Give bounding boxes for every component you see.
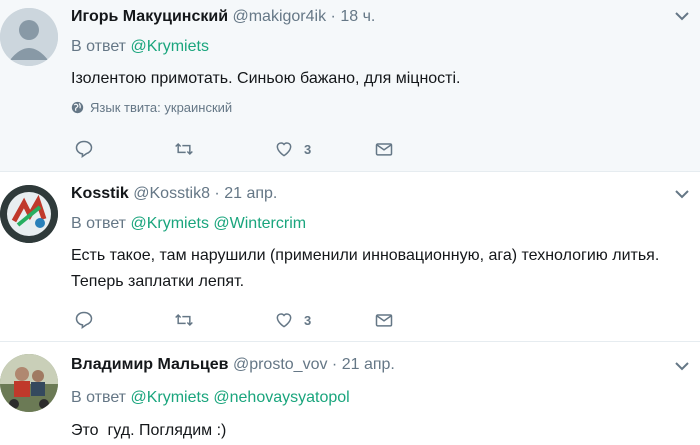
default-avatar-icon <box>0 8 58 66</box>
separator: · <box>330 8 336 25</box>
fullname[interactable]: Владимир Мальцев <box>71 356 229 373</box>
like-icon <box>276 313 292 328</box>
language-note: Язык твита: украинский <box>90 100 233 115</box>
reply-button[interactable] <box>74 138 174 160</box>
timestamp[interactable]: 21 апр. <box>342 356 395 373</box>
tweet-1[interactable]: Игорь Макуцинский @makigor4ik · 18 ч. В … <box>0 0 700 172</box>
username[interactable]: @prosto_vov <box>233 356 328 373</box>
reply-context: В ответ @Krymiets @nehovaysyatopol <box>71 389 350 407</box>
reply-icon <box>75 311 93 330</box>
reply-icon <box>75 140 93 159</box>
tweet-text: Есть такое, там нарушили (применили инно… <box>71 247 660 290</box>
reply-prefix: В ответ <box>71 215 127 232</box>
message-icon <box>375 314 393 327</box>
chevron-down-icon[interactable] <box>672 6 692 26</box>
tweet-actions: 3 <box>74 309 474 331</box>
separator: · <box>331 356 338 373</box>
retweet-icon <box>175 142 193 156</box>
tweet-text: Это гуд. Поглядим :) <box>71 422 227 439</box>
reply-context: В ответ @Krymiets @Wintercrim <box>71 215 306 233</box>
message-button[interactable] <box>374 138 474 160</box>
mention-link[interactable]: @Krymiets <box>130 389 208 406</box>
reply-button[interactable] <box>74 309 174 331</box>
reply-prefix: В ответ <box>71 38 127 55</box>
like-count: 3 <box>304 141 312 157</box>
mention-link[interactable]: @nehovaysyatopol <box>213 389 349 406</box>
reply-context: В ответ @Krymiets <box>71 38 209 56</box>
tweet-3[interactable]: Владимир Мальцев @prosto_vov · 21 апр. В… <box>0 342 700 445</box>
tweet-language: Язык твита: украинский <box>71 100 232 115</box>
message-button[interactable] <box>374 309 474 331</box>
tweet-header: Игорь Макуцинский @makigor4ik · 18 ч. <box>71 8 375 26</box>
like-icon <box>276 142 292 157</box>
fullname[interactable]: Игорь Макуцинский <box>71 8 228 25</box>
message-icon <box>375 143 393 156</box>
mention-link[interactable]: @Krymiets <box>130 38 208 55</box>
reply-prefix: В ответ <box>71 389 127 406</box>
avatar[interactable] <box>0 354 58 412</box>
retweet-button[interactable] <box>174 138 274 160</box>
chevron-down-icon[interactable] <box>672 356 692 376</box>
logo-avatar-icon <box>0 185 58 243</box>
retweet-icon <box>175 313 193 327</box>
photo-avatar-icon <box>0 354 58 412</box>
fullname[interactable]: Kosstik <box>71 185 129 202</box>
chevron-down-icon[interactable] <box>672 184 692 204</box>
separator: · <box>214 185 220 202</box>
timestamp[interactable]: 18 ч. <box>340 8 375 25</box>
retweet-button[interactable] <box>174 309 274 331</box>
avatar[interactable] <box>0 185 58 243</box>
like-count: 3 <box>304 312 312 328</box>
tweet-actions: 3 <box>74 138 474 160</box>
tweet-text: Ізолентою примотать. Синьою бажано, для … <box>71 70 461 87</box>
tweet-header: Владимир Мальцев @prosto_vov · 21 апр. <box>71 356 395 374</box>
avatar[interactable] <box>0 8 58 66</box>
tweet-header: Kosstik @Kosstik8 · 21 апр. <box>71 185 277 203</box>
like-button[interactable]: 3 <box>274 309 374 331</box>
username[interactable]: @Kosstik8 <box>133 185 210 202</box>
timestamp[interactable]: 21 апр. <box>224 185 277 202</box>
mention-link[interactable]: @Wintercrim <box>213 215 306 232</box>
globe-icon <box>71 101 84 114</box>
like-button[interactable]: 3 <box>274 138 374 160</box>
username[interactable]: @makigor4ik <box>232 8 326 25</box>
tweet-2[interactable]: Kosstik @Kosstik8 · 21 апр. В ответ @Kry… <box>0 172 700 342</box>
mention-link[interactable]: @Krymiets <box>130 215 208 232</box>
